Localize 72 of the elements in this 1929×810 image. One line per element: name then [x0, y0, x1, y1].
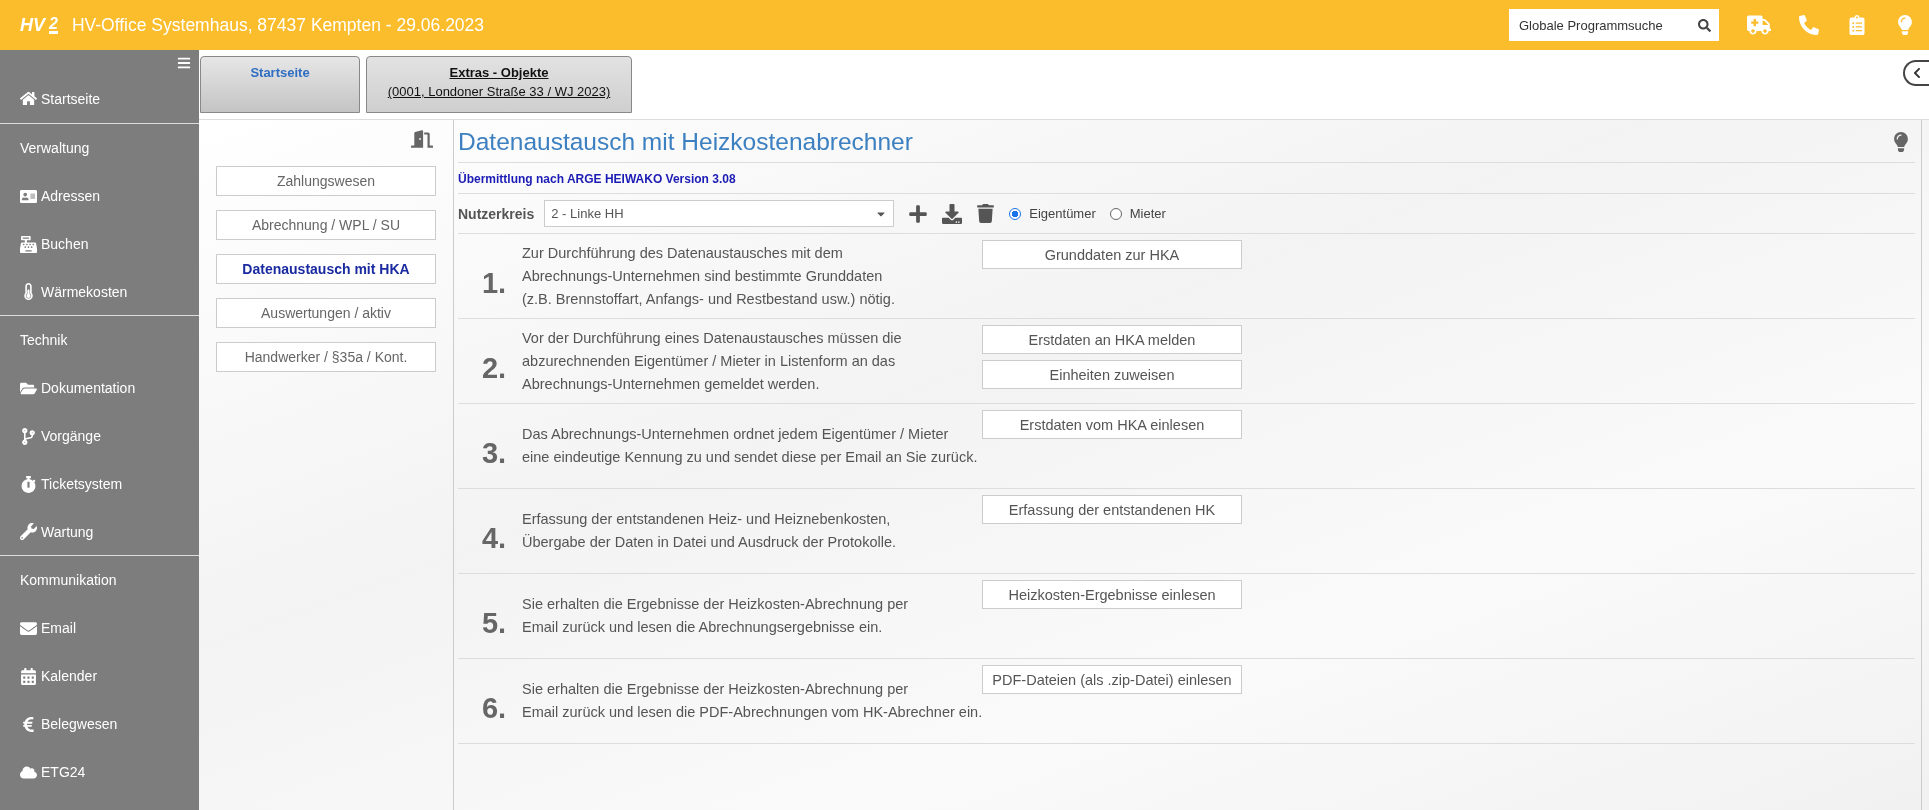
step-number: 1.	[480, 265, 508, 301]
action-button[interactable]: Erstdaten vom HKA einlesen	[982, 410, 1242, 439]
sidebar-item[interactable]: Vorgänge	[0, 412, 199, 460]
door-icon[interactable]	[411, 128, 433, 150]
field-label: Nutzerkreis	[458, 205, 535, 222]
search-field[interactable]: Globale Programmsuche	[1509, 9, 1689, 41]
sidebar-section-label: Kommunikation	[20, 572, 117, 588]
radio-button[interactable]	[1009, 207, 1022, 220]
sidebar-item[interactable]: Email	[0, 604, 199, 652]
nav-button[interactable]: Datenaustausch mit HKA	[216, 254, 436, 284]
nutzerkreis-dropdown[interactable]: 2 - Linke HH	[544, 200, 895, 227]
calendar-icon	[20, 667, 37, 685]
tab-subtitle: (0001, Londoner Straße 33 / WJ 2023)	[387, 84, 611, 99]
action-button[interactable]: Heizkosten-Ergebnisse einlesen	[982, 580, 1242, 609]
cash-register-icon	[20, 235, 37, 253]
nav-button[interactable]: Handwerker / §35a / Kont.	[216, 342, 436, 372]
logo: HV 2	[20, 14, 58, 36]
step-description: Zur Durchführung des Datenaustausches mit dem Abrechnungs-Unternehmen sind bestimmte Grunddaten (z.B. Brennstoffart, Anfangs- und Restbestand usw.) nötig.	[522, 243, 896, 309]
sidebar-item[interactable]: ETG24	[0, 748, 199, 796]
tab-title: Startseite	[250, 65, 310, 80]
radio-button[interactable]	[1109, 207, 1122, 220]
nav-button[interactable]: Auswertungen / aktiv	[216, 298, 436, 328]
page-title: Datenaustausch mit Heizkostenabrechner	[458, 127, 913, 157]
step-description: Erfassung der entstandenen Heiz- und Heiznebenkosten, Übergabe der Daten in Datei und Ausdruck der Protokolle.	[522, 510, 897, 552]
sidebar-item[interactable]: Dokumentation	[0, 364, 199, 412]
sidebar-item[interactable]: Ticketsystem	[0, 460, 199, 508]
action-button[interactable]: Erfassung der entstandenen HK	[982, 495, 1242, 524]
sidebar-item[interactable]: Startseite	[0, 56, 199, 124]
envelope-icon	[20, 619, 37, 637]
sidebar-item[interactable]: Belegwesen	[0, 700, 199, 748]
wrench-icon	[20, 523, 37, 540]
step-description: Sie erhalten die Ergebnisse der Heizkosten-Abrechnung per Email zurück und lesen die Abrechnungsergebnisse ein.	[522, 595, 910, 637]
step-description: Das Abrechnungs-Unternehmen ordnet jedem Eigentümer / Mieter eine eindeutige Kennung zu und sendet diese per Email an Sie zurück.	[522, 425, 979, 467]
page-subtitle: Übermittlung nach ARGE HEIWAKO Version 3.08	[458, 163, 1915, 194]
sidebar-section-label: Verwaltung	[20, 140, 90, 156]
action-button[interactable]: Einheiten zuweisen	[982, 360, 1242, 389]
step-description: Sie erhalten die Ergebnisse der Heizkosten-Abrechnung per Email zurück und lesen die PDF-Abrechnungen vom HK-Abrechner ein.	[522, 680, 982, 722]
menu-icon[interactable]	[177, 56, 191, 70]
radio-label: Eigentümer	[1029, 206, 1096, 221]
sidebar-section-label: Technik	[20, 332, 68, 348]
step-number: 6.	[480, 690, 508, 726]
step-number: 2.	[480, 350, 508, 386]
home-icon	[20, 90, 37, 107]
euro-icon	[20, 715, 37, 733]
step-number: 3.	[480, 435, 508, 471]
action-button[interactable]: Erstdaten an HKA melden	[982, 325, 1242, 354]
nav-button[interactable]: Zahlungswesen	[216, 166, 436, 196]
collapse-button[interactable]	[1903, 60, 1929, 86]
step-description: Vor der Durchführung eines Datenaustausches müssen die abzurechnenden Eigentümer / Mieter in Listenform an das Abrechnungs-Unternehmen gemeldet werden.	[522, 328, 903, 394]
sidebar-item[interactable]: Kalender	[0, 652, 199, 700]
search-icon[interactable]	[1689, 9, 1719, 41]
trash-icon[interactable]	[976, 204, 996, 223]
plus-icon[interactable]	[908, 203, 929, 224]
step-number: 4.	[480, 520, 508, 556]
tab[interactable]: Extras - Objekte (0001, Londoner Straße 33 / WJ 2023)	[366, 56, 632, 113]
action-button[interactable]: Grunddaten zur HKA	[982, 240, 1242, 269]
tab-title: Extras - Objekte	[449, 65, 549, 80]
nav-button[interactable]: Abrechnung / WPL / SU	[216, 210, 436, 240]
clipboard-icon[interactable]	[1847, 15, 1867, 35]
radio-label: Mieter	[1129, 206, 1166, 221]
step-number: 5.	[480, 605, 508, 641]
action-button[interactable]: PDF-Dateien (als .zip-Datei) einlesen	[982, 665, 1242, 694]
lightbulb-icon[interactable]	[1891, 132, 1911, 152]
tab[interactable]: Startseite	[200, 56, 360, 113]
stopwatch-icon	[20, 475, 37, 493]
chevron-left-icon	[1911, 67, 1923, 79]
app-title: HV-Office Systemhaus, 87437 Kempten - 29.06.2023	[71, 14, 486, 36]
download-icon[interactable]	[942, 203, 963, 224]
sidebar-item[interactable]: Buchen	[0, 220, 199, 268]
contact-card-icon	[20, 187, 37, 205]
branch-icon	[20, 427, 37, 445]
sidebar-item[interactable]: Adressen	[0, 172, 199, 220]
